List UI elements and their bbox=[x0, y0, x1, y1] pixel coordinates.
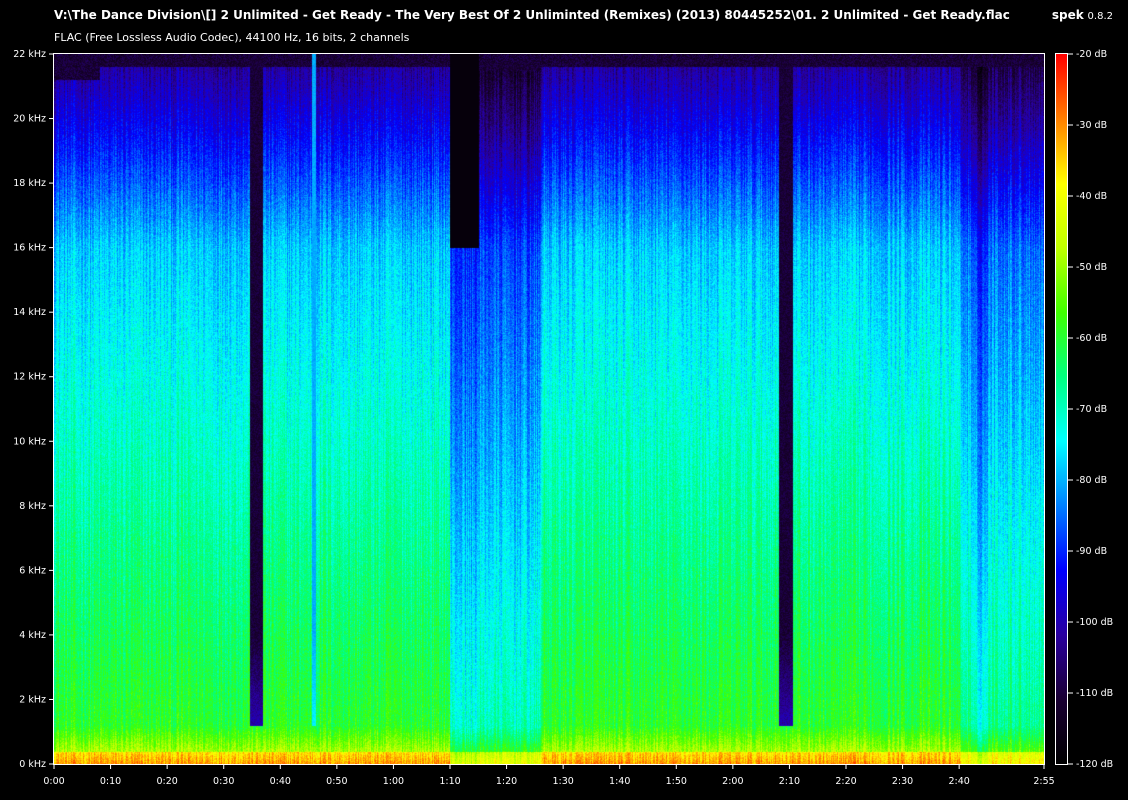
x-tick-label: 0:50 bbox=[326, 776, 347, 787]
db-tick-label: -70 dB bbox=[1076, 404, 1107, 415]
x-tick-label: 1:10 bbox=[439, 776, 460, 787]
x-tick-label: 0:20 bbox=[156, 776, 177, 787]
frequency-axis: 0 kHz 2 kHz 4 kHz 6 kHz 8 kHz 10 kHz 12 kHz 14 … bbox=[13, 49, 54, 770]
db-tick-label: -120 dB bbox=[1076, 759, 1113, 770]
db-tick-label: -30 dB bbox=[1076, 120, 1107, 131]
y-tick-label: 10 kHz bbox=[13, 436, 46, 447]
x-tick-label: 2:55 bbox=[1033, 776, 1054, 787]
x-tick-label: 1:30 bbox=[552, 776, 573, 787]
colorbar-frame bbox=[1055, 53, 1068, 765]
x-tick-label: 0:10 bbox=[100, 776, 121, 787]
y-tick-label: 20 kHz bbox=[13, 114, 46, 125]
db-tick-label: -100 dB bbox=[1076, 617, 1113, 628]
db-tick-label: -80 dB bbox=[1076, 475, 1107, 486]
y-tick-label: 18 kHz bbox=[13, 178, 46, 189]
axes-layer: 0 kHz 2 kHz 4 kHz 6 kHz 8 kHz 10 kHz 12 kHz 14 … bbox=[13, 49, 1113, 787]
db-axis: -20 dB -30 dB -40 dB -50 dB -60 dB -70 dB -80 … bbox=[1068, 49, 1113, 770]
y-tick-label: 6 kHz bbox=[19, 565, 46, 576]
x-tick-label: 2:30 bbox=[892, 776, 913, 787]
x-tick-label: 1:20 bbox=[496, 776, 517, 787]
y-tick-label: 8 kHz bbox=[19, 501, 46, 512]
x-tick-label: 2:10 bbox=[779, 776, 800, 787]
db-tick-label: -110 dB bbox=[1076, 688, 1113, 699]
x-tick-label: 2:40 bbox=[948, 776, 969, 787]
y-tick-label: 16 kHz bbox=[13, 243, 46, 254]
y-tick-label: 12 kHz bbox=[13, 372, 46, 383]
y-tick-label: 22 kHz bbox=[13, 49, 46, 60]
x-tick-label: 0:00 bbox=[43, 776, 64, 787]
x-tick-label: 0:40 bbox=[270, 776, 291, 787]
plot-frame bbox=[53, 53, 1045, 765]
y-tick-label: 2 kHz bbox=[19, 694, 46, 705]
db-tick-label: -60 dB bbox=[1076, 333, 1107, 344]
x-tick-label: 1:40 bbox=[609, 776, 630, 787]
x-tick-label: 1:50 bbox=[666, 776, 687, 787]
db-tick-label: -90 dB bbox=[1076, 546, 1107, 557]
db-tick-label: -50 dB bbox=[1076, 262, 1107, 273]
x-tick-label: 1:00 bbox=[383, 776, 404, 787]
x-tick-label: 0:30 bbox=[213, 776, 234, 787]
x-tick-label: 2:00 bbox=[722, 776, 743, 787]
db-tick-label: -20 dB bbox=[1076, 49, 1107, 60]
db-tick-label: -40 dB bbox=[1076, 191, 1107, 202]
y-tick-label: 4 kHz bbox=[19, 630, 46, 641]
x-tick-label: 2:20 bbox=[835, 776, 856, 787]
y-tick-label: 14 kHz bbox=[13, 307, 46, 318]
y-tick-label: 0 kHz bbox=[19, 759, 46, 770]
time-axis: 0:00 0:10 0:20 0:30 0:40 0:50 1:00 1:10 1:20 1:30… bbox=[43, 764, 1055, 787]
